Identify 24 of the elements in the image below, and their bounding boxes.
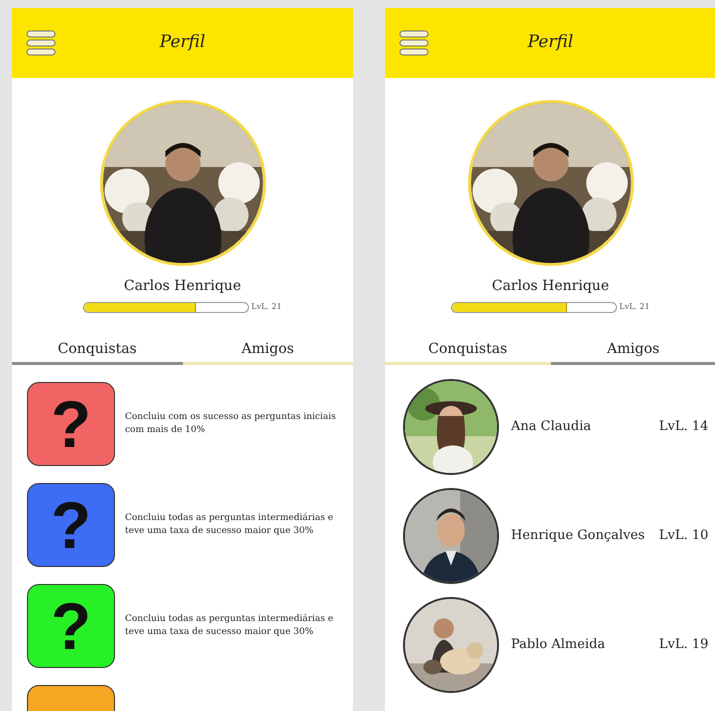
profile-name: Carlos Henrique bbox=[124, 277, 242, 296]
achievement-description: Concluiu todas as perguntas intermediárias e teve uma taxa de sucesso maior que 30% bbox=[125, 612, 334, 639]
level-label: LvL. 21 bbox=[251, 301, 282, 313]
friend-name: Henrique Gonçalves bbox=[511, 527, 646, 546]
profile-name: Carlos Henrique bbox=[492, 277, 610, 296]
menu-icon[interactable] bbox=[399, 29, 429, 57]
achievement-description: Concluiu todas as perguntas intermediárias e teve uma taxa de sucesso maior que 30% bbox=[125, 512, 334, 538]
tab[interactable]: Conquistas bbox=[12, 339, 182, 365]
tab[interactable]: Amigos bbox=[182, 339, 353, 365]
question-mark: ? bbox=[50, 492, 92, 558]
menu-icon[interactable] bbox=[26, 29, 56, 57]
friend-level: LvL. 14 bbox=[659, 418, 708, 436]
friend-level: LvL. 10 bbox=[659, 527, 708, 546]
achievement-description: Concluiu com os sucesso as perguntas iniciais com mais de 10% bbox=[125, 410, 337, 437]
question-mark: ? bbox=[50, 593, 92, 659]
friend-level: LvL. 19 bbox=[659, 636, 708, 654]
question-mark: ? bbox=[50, 391, 92, 457]
tab[interactable]: Conquistas bbox=[385, 339, 550, 365]
screen-title: Perfil bbox=[160, 32, 206, 52]
screen-title: Perfil bbox=[528, 32, 574, 52]
level-label: LvL. 21 bbox=[619, 301, 650, 313]
friend-name: Ana Claudia bbox=[511, 418, 592, 436]
friend-name: Pablo Almeida bbox=[511, 636, 606, 654]
tab[interactable]: Amigos bbox=[550, 339, 715, 365]
